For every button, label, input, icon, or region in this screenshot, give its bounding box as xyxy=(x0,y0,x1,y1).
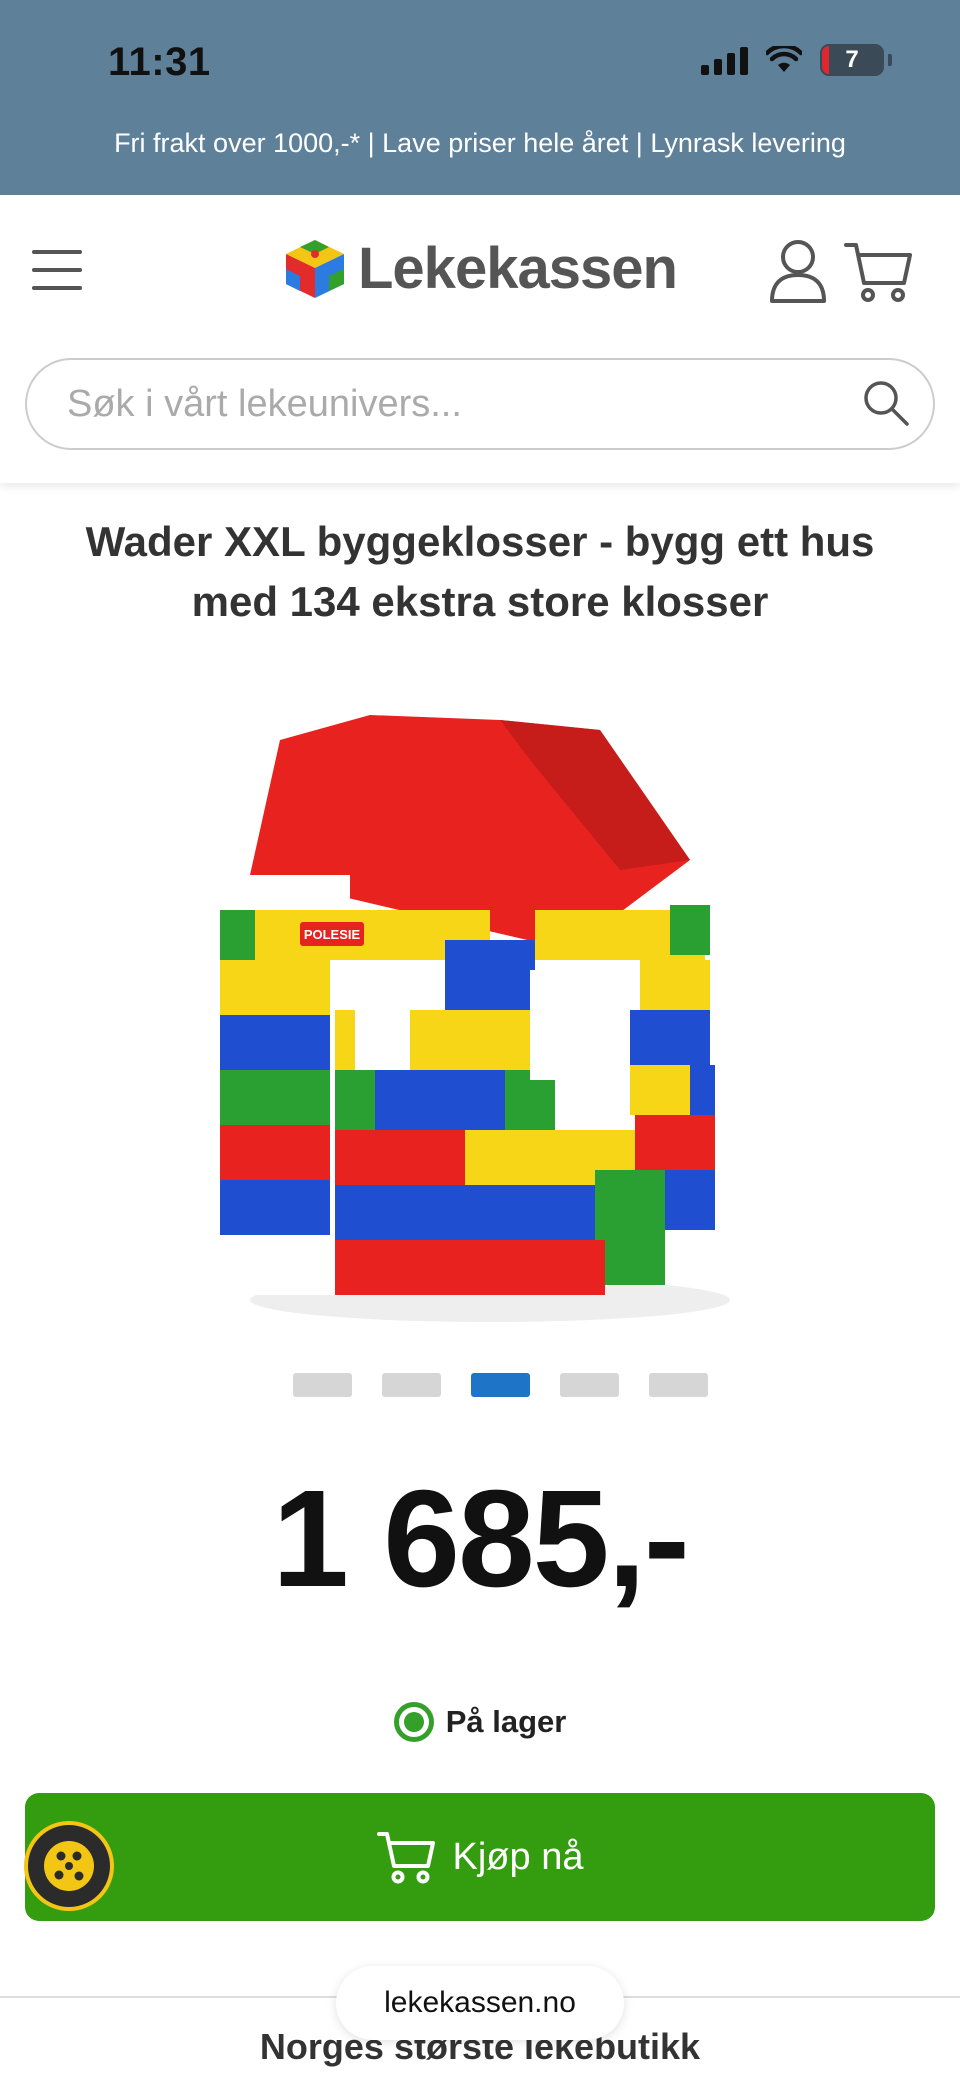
cart-icon[interactable] xyxy=(844,239,914,305)
gallery-dot[interactable] xyxy=(382,1373,441,1397)
logo[interactable]: Lekekassen xyxy=(282,235,678,302)
search-input[interactable] xyxy=(67,360,847,448)
gallery-dots xyxy=(293,1373,708,1397)
cookie-icon xyxy=(44,1841,94,1891)
stock-status: På lager xyxy=(0,1702,960,1742)
signal-icon xyxy=(701,45,748,75)
product-image[interactable]: POLESIE xyxy=(200,700,780,1340)
product-title: Wader XXL byggeklosser - bygg ett hus me… xyxy=(85,518,875,625)
gallery-dot-active[interactable] xyxy=(471,1373,530,1397)
product-price: 1 685,- xyxy=(272,1462,690,1616)
in-stock-icon xyxy=(393,1702,434,1742)
cookie-settings-button[interactable] xyxy=(24,1821,114,1911)
search-icon[interactable] xyxy=(861,378,911,428)
gallery-dot[interactable] xyxy=(560,1373,619,1397)
status-time: 11:31 xyxy=(108,40,211,84)
gallery-dot[interactable] xyxy=(293,1373,352,1397)
wifi-icon xyxy=(766,46,802,72)
top-banner: 11:31 7 Fri frakt over 1000,-* | Lave pr… xyxy=(0,0,960,195)
puzzle-cube-logo-icon xyxy=(286,239,344,298)
buy-now-label: Kjøp nå xyxy=(452,1835,584,1878)
battery-level: 7 xyxy=(845,46,859,73)
status-icons: 7 xyxy=(701,44,892,76)
buy-now-button[interactable]: Kjøp nå xyxy=(25,1793,935,1921)
battery-icon: 7 xyxy=(820,44,884,76)
search-bar xyxy=(25,358,935,450)
gallery-dot[interactable] xyxy=(649,1373,708,1397)
user-icon[interactable] xyxy=(768,237,828,305)
product-brand-label: POLESIE xyxy=(304,927,361,942)
logo-text: Lekekassen xyxy=(358,236,678,301)
cart-icon xyxy=(376,1832,435,1884)
site-header: Lekekassen xyxy=(0,195,960,483)
promo-text: Fri frakt over 1000,-* | Lave priser hel… xyxy=(114,128,846,158)
hamburger-menu-button[interactable] xyxy=(32,250,82,290)
browser-url-bar[interactable]: lekekassen.no xyxy=(336,1966,624,2040)
stock-text: På lager xyxy=(445,1704,567,1739)
